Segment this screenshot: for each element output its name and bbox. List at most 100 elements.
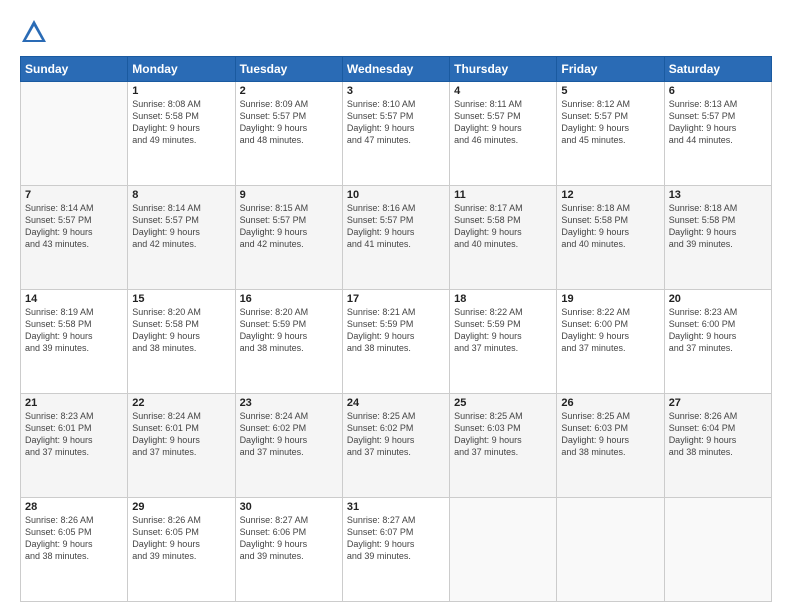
calendar-cell: 16Sunrise: 8:20 AM Sunset: 5:59 PM Dayli… bbox=[235, 290, 342, 394]
calendar-cell: 15Sunrise: 8:20 AM Sunset: 5:58 PM Dayli… bbox=[128, 290, 235, 394]
weekday-header-tuesday: Tuesday bbox=[235, 57, 342, 82]
day-info: Sunrise: 8:25 AM Sunset: 6:02 PM Dayligh… bbox=[347, 410, 445, 459]
day-info: Sunrise: 8:08 AM Sunset: 5:58 PM Dayligh… bbox=[132, 98, 230, 147]
calendar-cell: 14Sunrise: 8:19 AM Sunset: 5:58 PM Dayli… bbox=[21, 290, 128, 394]
day-number: 29 bbox=[132, 501, 230, 513]
day-number: 5 bbox=[561, 85, 659, 97]
day-number: 16 bbox=[240, 293, 338, 305]
day-info: Sunrise: 8:15 AM Sunset: 5:57 PM Dayligh… bbox=[240, 202, 338, 251]
calendar-cell: 1Sunrise: 8:08 AM Sunset: 5:58 PM Daylig… bbox=[128, 82, 235, 186]
calendar-week-row: 14Sunrise: 8:19 AM Sunset: 5:58 PM Dayli… bbox=[21, 290, 772, 394]
day-number: 3 bbox=[347, 85, 445, 97]
calendar-cell: 26Sunrise: 8:25 AM Sunset: 6:03 PM Dayli… bbox=[557, 394, 664, 498]
day-number: 19 bbox=[561, 293, 659, 305]
calendar-cell: 28Sunrise: 8:26 AM Sunset: 6:05 PM Dayli… bbox=[21, 498, 128, 602]
day-info: Sunrise: 8:24 AM Sunset: 6:02 PM Dayligh… bbox=[240, 410, 338, 459]
day-number: 8 bbox=[132, 189, 230, 201]
day-info: Sunrise: 8:25 AM Sunset: 6:03 PM Dayligh… bbox=[454, 410, 552, 459]
day-number: 25 bbox=[454, 397, 552, 409]
weekday-header-row: SundayMondayTuesdayWednesdayThursdayFrid… bbox=[21, 57, 772, 82]
calendar-cell: 25Sunrise: 8:25 AM Sunset: 6:03 PM Dayli… bbox=[450, 394, 557, 498]
calendar-cell bbox=[21, 82, 128, 186]
calendar-week-row: 7Sunrise: 8:14 AM Sunset: 5:57 PM Daylig… bbox=[21, 186, 772, 290]
day-info: Sunrise: 8:11 AM Sunset: 5:57 PM Dayligh… bbox=[454, 98, 552, 147]
day-number: 23 bbox=[240, 397, 338, 409]
day-info: Sunrise: 8:14 AM Sunset: 5:57 PM Dayligh… bbox=[132, 202, 230, 251]
day-number: 7 bbox=[25, 189, 123, 201]
calendar-week-row: 21Sunrise: 8:23 AM Sunset: 6:01 PM Dayli… bbox=[21, 394, 772, 498]
calendar-cell: 23Sunrise: 8:24 AM Sunset: 6:02 PM Dayli… bbox=[235, 394, 342, 498]
calendar-cell: 8Sunrise: 8:14 AM Sunset: 5:57 PM Daylig… bbox=[128, 186, 235, 290]
day-info: Sunrise: 8:14 AM Sunset: 5:57 PM Dayligh… bbox=[25, 202, 123, 251]
day-number: 14 bbox=[25, 293, 123, 305]
calendar-cell: 13Sunrise: 8:18 AM Sunset: 5:58 PM Dayli… bbox=[664, 186, 771, 290]
calendar-cell bbox=[664, 498, 771, 602]
day-number: 30 bbox=[240, 501, 338, 513]
calendar-cell bbox=[450, 498, 557, 602]
day-number: 10 bbox=[347, 189, 445, 201]
day-number: 28 bbox=[25, 501, 123, 513]
weekday-header-thursday: Thursday bbox=[450, 57, 557, 82]
day-info: Sunrise: 8:24 AM Sunset: 6:01 PM Dayligh… bbox=[132, 410, 230, 459]
calendar-cell: 31Sunrise: 8:27 AM Sunset: 6:07 PM Dayli… bbox=[342, 498, 449, 602]
day-number: 21 bbox=[25, 397, 123, 409]
day-info: Sunrise: 8:26 AM Sunset: 6:05 PM Dayligh… bbox=[132, 514, 230, 563]
calendar-cell: 27Sunrise: 8:26 AM Sunset: 6:04 PM Dayli… bbox=[664, 394, 771, 498]
calendar-table: SundayMondayTuesdayWednesdayThursdayFrid… bbox=[20, 56, 772, 602]
calendar-week-row: 28Sunrise: 8:26 AM Sunset: 6:05 PM Dayli… bbox=[21, 498, 772, 602]
day-number: 15 bbox=[132, 293, 230, 305]
day-info: Sunrise: 8:22 AM Sunset: 5:59 PM Dayligh… bbox=[454, 306, 552, 355]
calendar-week-row: 1Sunrise: 8:08 AM Sunset: 5:58 PM Daylig… bbox=[21, 82, 772, 186]
day-info: Sunrise: 8:22 AM Sunset: 6:00 PM Dayligh… bbox=[561, 306, 659, 355]
calendar-cell: 4Sunrise: 8:11 AM Sunset: 5:57 PM Daylig… bbox=[450, 82, 557, 186]
day-number: 27 bbox=[669, 397, 767, 409]
day-info: Sunrise: 8:21 AM Sunset: 5:59 PM Dayligh… bbox=[347, 306, 445, 355]
day-info: Sunrise: 8:18 AM Sunset: 5:58 PM Dayligh… bbox=[561, 202, 659, 251]
weekday-header-monday: Monday bbox=[128, 57, 235, 82]
day-number: 13 bbox=[669, 189, 767, 201]
day-number: 4 bbox=[454, 85, 552, 97]
day-info: Sunrise: 8:20 AM Sunset: 5:59 PM Dayligh… bbox=[240, 306, 338, 355]
day-info: Sunrise: 8:27 AM Sunset: 6:06 PM Dayligh… bbox=[240, 514, 338, 563]
weekday-header-wednesday: Wednesday bbox=[342, 57, 449, 82]
calendar-cell: 19Sunrise: 8:22 AM Sunset: 6:00 PM Dayli… bbox=[557, 290, 664, 394]
calendar-cell: 11Sunrise: 8:17 AM Sunset: 5:58 PM Dayli… bbox=[450, 186, 557, 290]
calendar-cell: 20Sunrise: 8:23 AM Sunset: 6:00 PM Dayli… bbox=[664, 290, 771, 394]
calendar-cell: 6Sunrise: 8:13 AM Sunset: 5:57 PM Daylig… bbox=[664, 82, 771, 186]
day-number: 26 bbox=[561, 397, 659, 409]
day-number: 22 bbox=[132, 397, 230, 409]
calendar-cell: 29Sunrise: 8:26 AM Sunset: 6:05 PM Dayli… bbox=[128, 498, 235, 602]
calendar-cell: 2Sunrise: 8:09 AM Sunset: 5:57 PM Daylig… bbox=[235, 82, 342, 186]
day-info: Sunrise: 8:25 AM Sunset: 6:03 PM Dayligh… bbox=[561, 410, 659, 459]
day-number: 31 bbox=[347, 501, 445, 513]
day-info: Sunrise: 8:10 AM Sunset: 5:57 PM Dayligh… bbox=[347, 98, 445, 147]
day-number: 9 bbox=[240, 189, 338, 201]
day-info: Sunrise: 8:19 AM Sunset: 5:58 PM Dayligh… bbox=[25, 306, 123, 355]
day-info: Sunrise: 8:23 AM Sunset: 6:01 PM Dayligh… bbox=[25, 410, 123, 459]
calendar-cell: 5Sunrise: 8:12 AM Sunset: 5:57 PM Daylig… bbox=[557, 82, 664, 186]
day-number: 18 bbox=[454, 293, 552, 305]
day-info: Sunrise: 8:26 AM Sunset: 6:04 PM Dayligh… bbox=[669, 410, 767, 459]
day-info: Sunrise: 8:20 AM Sunset: 5:58 PM Dayligh… bbox=[132, 306, 230, 355]
day-number: 12 bbox=[561, 189, 659, 201]
day-number: 11 bbox=[454, 189, 552, 201]
calendar-cell: 22Sunrise: 8:24 AM Sunset: 6:01 PM Dayli… bbox=[128, 394, 235, 498]
weekday-header-sunday: Sunday bbox=[21, 57, 128, 82]
day-info: Sunrise: 8:12 AM Sunset: 5:57 PM Dayligh… bbox=[561, 98, 659, 147]
calendar-cell: 21Sunrise: 8:23 AM Sunset: 6:01 PM Dayli… bbox=[21, 394, 128, 498]
weekday-header-saturday: Saturday bbox=[664, 57, 771, 82]
calendar-cell: 9Sunrise: 8:15 AM Sunset: 5:57 PM Daylig… bbox=[235, 186, 342, 290]
day-info: Sunrise: 8:17 AM Sunset: 5:58 PM Dayligh… bbox=[454, 202, 552, 251]
logo-icon bbox=[20, 18, 48, 46]
day-info: Sunrise: 8:16 AM Sunset: 5:57 PM Dayligh… bbox=[347, 202, 445, 251]
calendar-cell: 24Sunrise: 8:25 AM Sunset: 6:02 PM Dayli… bbox=[342, 394, 449, 498]
page: SundayMondayTuesdayWednesdayThursdayFrid… bbox=[0, 0, 792, 612]
calendar-cell: 17Sunrise: 8:21 AM Sunset: 5:59 PM Dayli… bbox=[342, 290, 449, 394]
day-info: Sunrise: 8:27 AM Sunset: 6:07 PM Dayligh… bbox=[347, 514, 445, 563]
calendar-cell: 30Sunrise: 8:27 AM Sunset: 6:06 PM Dayli… bbox=[235, 498, 342, 602]
day-number: 24 bbox=[347, 397, 445, 409]
day-info: Sunrise: 8:09 AM Sunset: 5:57 PM Dayligh… bbox=[240, 98, 338, 147]
day-info: Sunrise: 8:13 AM Sunset: 5:57 PM Dayligh… bbox=[669, 98, 767, 147]
day-info: Sunrise: 8:26 AM Sunset: 6:05 PM Dayligh… bbox=[25, 514, 123, 563]
day-number: 2 bbox=[240, 85, 338, 97]
